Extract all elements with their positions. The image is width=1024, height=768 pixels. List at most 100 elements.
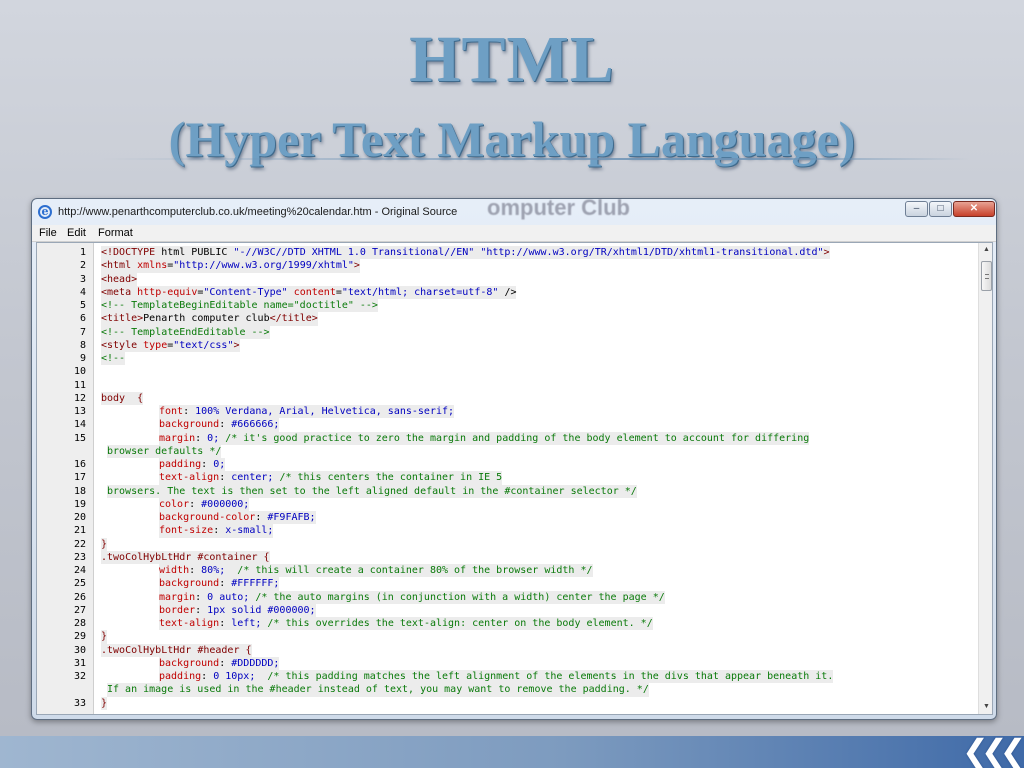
line-number: 6	[79, 313, 86, 325]
line-number: 28	[73, 618, 86, 629]
source-line: 11	[37, 379, 977, 392]
minimize-button[interactable]: –	[905, 201, 928, 217]
source-line: 7 <!-- TemplateEndEditable -->	[37, 325, 977, 339]
source-line: 28 text-align: left; /* this overrides th…	[37, 617, 977, 631]
maximize-button[interactable]: □	[929, 201, 952, 217]
line-text: background: #FFFFFF;	[159, 577, 280, 591]
view-source-window: e omputer Club http://www.penarthcompute…	[31, 198, 997, 720]
source-line: 19 color: #000000;	[37, 497, 977, 511]
line-number: 32	[73, 671, 86, 682]
source-line: 5 <!-- TemplateBeginEditable name="doctit…	[37, 299, 977, 313]
line-text: width: 80%; /* this will create a contai…	[159, 564, 593, 578]
line-number: 33	[73, 697, 86, 709]
line-number: 18	[73, 485, 86, 497]
line-text: browsers. The text is then set to the le…	[107, 484, 637, 498]
source-line: 18 browsers. The text is then set to the …	[37, 484, 977, 498]
source-view[interactable]: 1 <!DOCTYPE html PUBLIC "-//W3C//DTD XHTM…	[36, 242, 993, 715]
source-line: 10	[37, 365, 977, 378]
line-text: background-color: #F9FAFB;	[159, 511, 316, 525]
scrollbar-thumb[interactable]	[981, 261, 992, 291]
line-text: padding: 0 10px; /* this padding matches…	[159, 670, 834, 684]
source-line: 26 margin: 0 auto; /* the auto margins (i…	[37, 590, 977, 604]
line-number: 27	[73, 604, 86, 616]
line-text: <!-- TemplateEndEditable -->	[101, 325, 270, 339]
line-text: body {	[101, 391, 144, 405]
source-line: 2 <html xmlns="http://www.w3.org/1999/xht…	[37, 259, 977, 273]
close-button[interactable]: ✕	[953, 201, 995, 217]
line-number: 9	[79, 353, 86, 364]
line-number: 7	[79, 326, 86, 338]
window-titlebar[interactable]: e omputer Club http://www.penarthcompute…	[32, 199, 996, 225]
line-text: font-size: x-small;	[159, 524, 274, 538]
scroll-down-arrow-icon[interactable]: ▼	[979, 700, 992, 714]
menu-file[interactable]: File	[39, 227, 57, 239]
line-text: <!-- TemplateBeginEditable name="doctitl…	[101, 299, 378, 313]
source-line: 17 text-align: center; /* this centers th…	[37, 471, 977, 485]
source-line: 33}	[37, 696, 977, 710]
line-number: 31	[73, 657, 86, 669]
line-text: If an image is used in the #header inste…	[107, 683, 649, 697]
menu-bar: File Edit Format	[32, 225, 996, 242]
source-line: 16 padding: 0;	[37, 458, 977, 472]
source-line: 27 border: 1px solid #000000;	[37, 603, 977, 617]
line-number: 19	[73, 498, 86, 510]
source-line: 9 <!--	[37, 352, 977, 366]
line-text: <title>Penarth computer club</title>	[101, 312, 318, 326]
line-text: }	[101, 696, 108, 710]
line-text: browser defaults */	[107, 444, 222, 458]
line-text: border: 1px solid #000000;	[159, 603, 316, 617]
line-number: 21	[73, 525, 86, 537]
vertical-scrollbar[interactable]: ▲ ▼	[978, 243, 992, 714]
line-text: <meta http-equiv="Content-Type" content=…	[101, 285, 517, 299]
source-line: 3 <head>	[37, 272, 977, 286]
source-line: 25 background: #FFFFFF;	[37, 577, 977, 591]
source-code[interactable]: 1 <!DOCTYPE html PUBLIC "-//W3C//DTD XHTM…	[37, 246, 977, 710]
source-line: 32 padding: 0 10px; /* this padding match…	[37, 670, 977, 684]
scroll-up-arrow-icon[interactable]: ▲	[979, 243, 992, 257]
line-number: 24	[73, 565, 86, 576]
chevron-left-icon: ❮❮❮	[962, 733, 1024, 768]
line-number: 15	[73, 432, 86, 444]
title-underline	[100, 158, 970, 160]
source-line: 14 background: #666666;	[37, 418, 977, 432]
line-number: 26	[73, 591, 86, 603]
line-text: text-align: left; /* this overrides the …	[159, 617, 653, 631]
source-line: 22}	[37, 537, 977, 551]
line-text: font: 100% Verdana, Arial, Helvetica, sa…	[159, 405, 455, 419]
source-line: 15 margin: 0; /* it's good practice to ze…	[37, 431, 977, 445]
line-text: <!DOCTYPE html PUBLIC "-//W3C//DTD XHTML…	[101, 246, 830, 260]
source-line: 23 .twoColHybLtHdr #container {	[37, 550, 977, 564]
line-number: 25	[73, 578, 86, 590]
source-line: 31 background: #DDDDDD;	[37, 656, 977, 670]
line-number: 20	[73, 512, 86, 523]
menu-format[interactable]: Format	[98, 227, 133, 239]
line-text: <style type="text/css">	[101, 338, 240, 352]
line-number: 22	[73, 538, 86, 550]
source-line: 24 width: 80%; /* this will create a cont…	[37, 564, 977, 578]
window-title: http://www.penarthcomputerclub.co.uk/mee…	[58, 206, 458, 218]
slide-title: HTML	[409, 23, 615, 96]
line-text: margin: 0; /* it's good practice to zero…	[159, 431, 810, 445]
line-number: 14	[73, 419, 86, 431]
line-text: .twoColHybLtHdr #header {	[101, 643, 252, 657]
line-text: .twoColHybLtHdr #container {	[101, 550, 270, 564]
menu-edit[interactable]: Edit	[67, 227, 86, 239]
source-line: If an image is used in the #header inste…	[37, 683, 977, 697]
line-number: 2	[79, 260, 86, 272]
line-number: 12	[73, 392, 86, 404]
line-text: background: #DDDDDD;	[159, 656, 280, 670]
line-text: }	[101, 630, 108, 644]
line-number: 23	[73, 551, 86, 563]
line-number: 13	[73, 406, 86, 417]
source-line: 8 <style type="text/css">	[37, 338, 977, 352]
line-text: <head>	[101, 272, 138, 286]
source-line: 29}	[37, 630, 977, 644]
line-number: 10	[73, 366, 86, 378]
line-text: text-align: center; /* this centers the …	[159, 471, 503, 485]
line-text: padding: 0;	[159, 458, 226, 472]
source-line: 20 background-color: #F9FAFB;	[37, 511, 977, 525]
line-text: margin: 0 auto; /* the auto margins (in …	[159, 590, 665, 604]
line-text: }	[101, 537, 108, 551]
line-number: 5	[79, 300, 86, 311]
source-line: 30 .twoColHybLtHdr #header {	[37, 643, 977, 657]
